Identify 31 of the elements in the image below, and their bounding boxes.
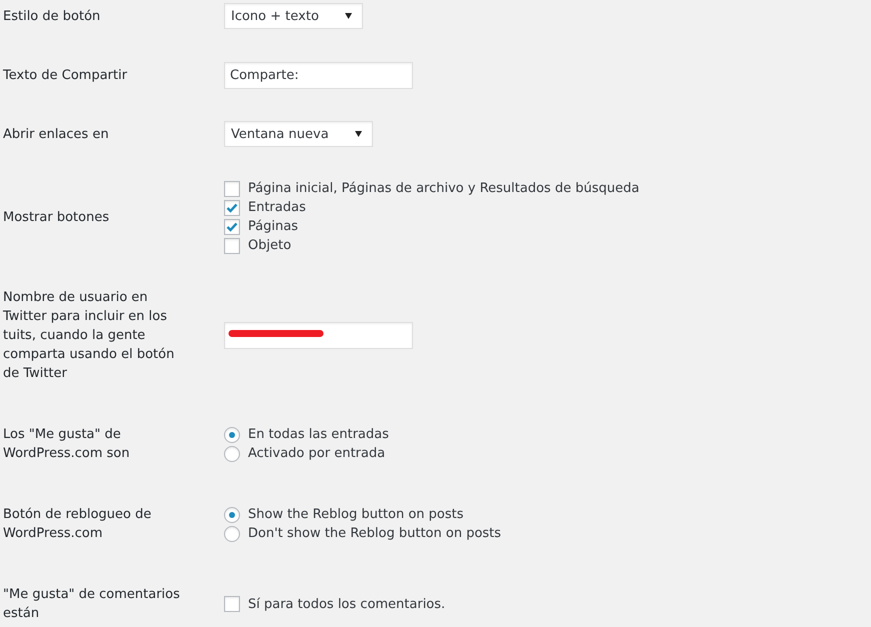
option-label: Entradas xyxy=(248,199,306,217)
checkbox[interactable] xyxy=(224,218,240,234)
option-label: Objeto xyxy=(248,237,292,255)
checkbox[interactable] xyxy=(224,200,240,216)
dropdown[interactable]: Icono + texto xyxy=(224,3,363,29)
setting-label: Abrir enlaces en xyxy=(3,126,110,144)
text-field[interactable]: Comparte: xyxy=(224,62,413,89)
radio-button[interactable] xyxy=(224,506,240,522)
setting-label: Nombre de usuario en Twitter para incluir en los tuits, cuando la gente comparta usando el botón de Twitter xyxy=(3,289,176,383)
option-label: Activado por entrada xyxy=(248,445,386,463)
option-label: Página inicial, Páginas de archivo y Resultados de búsqueda xyxy=(248,180,640,198)
radio-button[interactable] xyxy=(224,526,240,542)
checkbox[interactable] xyxy=(224,238,240,254)
radio-button[interactable] xyxy=(224,426,240,442)
checkbox[interactable] xyxy=(224,596,240,612)
checkbox[interactable] xyxy=(224,180,240,196)
option-label: Páginas xyxy=(248,218,298,236)
setting-label: Estilo de botón xyxy=(3,8,102,26)
setting-label: Mostrar botones xyxy=(3,208,110,226)
option-label: Sí para todos los comentarios. xyxy=(248,596,446,614)
dropdown[interactable]: Ventana nueva xyxy=(224,121,373,147)
option-label: Show the Reblog button on posts xyxy=(248,506,464,524)
caret-icon xyxy=(344,13,352,19)
radio-button[interactable] xyxy=(224,446,240,462)
setting-label: Texto de Compartir xyxy=(3,67,128,85)
option-label: Don't show the Reblog button on posts xyxy=(248,525,502,543)
setting-label: Los "Me gusta" de WordPress.com son xyxy=(3,426,131,463)
setting-label: "Me gusta" de comentarios están xyxy=(3,586,181,623)
setting-label: Botón de reblogueo de WordPress.com xyxy=(3,506,152,543)
caret-icon xyxy=(354,131,362,137)
option-label: En todas las entradas xyxy=(248,426,389,444)
